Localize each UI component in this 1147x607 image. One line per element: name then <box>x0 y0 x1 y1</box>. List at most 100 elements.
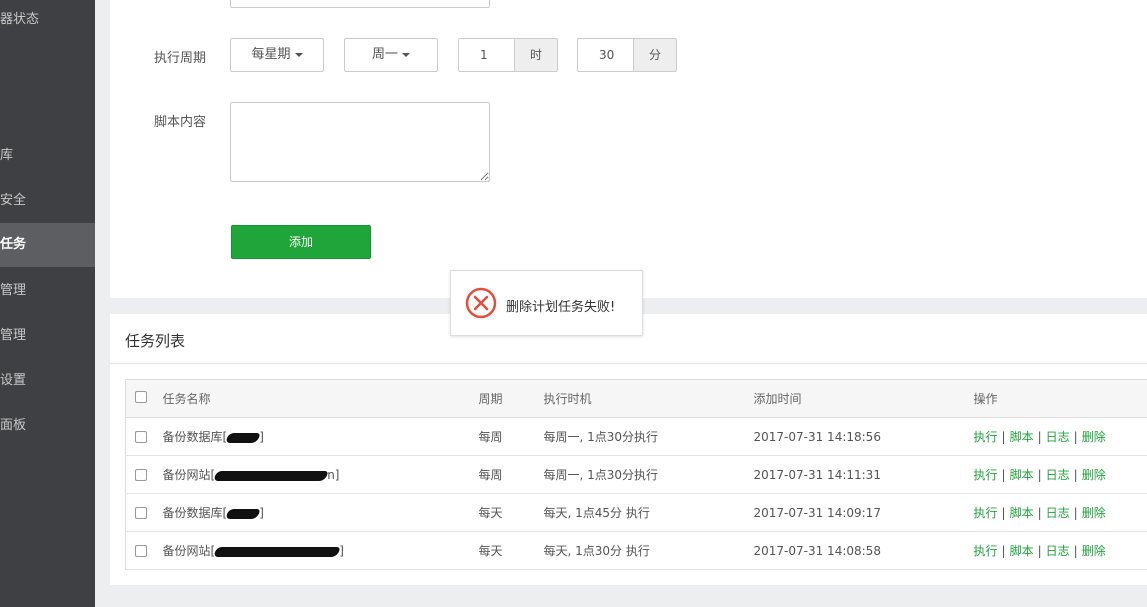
redacted-mark <box>227 508 259 520</box>
row-checkbox[interactable] <box>135 431 147 443</box>
actions-cell: 执行 | 脚本 | 日志 | 删除 <box>973 455 1147 494</box>
added-time-cell: 2017-07-31 14:18:56 <box>753 417 974 456</box>
run-link[interactable]: 执行 <box>974 430 998 444</box>
log-link[interactable]: 日志 <box>1046 430 1070 444</box>
add-button[interactable]: 添加 <box>231 225 371 259</box>
sidebar-item-label: 器状态 <box>0 12 40 27</box>
script-link[interactable]: 脚本 <box>1010 506 1034 520</box>
log-link[interactable]: 日志 <box>1046 506 1070 520</box>
sidebar-item-label: 面板 <box>0 418 27 433</box>
script-content-textarea[interactable] <box>230 102 490 182</box>
script-link[interactable]: 脚本 <box>1010 430 1034 444</box>
add-task-form: 执行周期 每星期 周一 时 分 脚本内容 添加 <box>110 0 1147 298</box>
added-time-cell: 2017-07-31 14:09:17 <box>753 493 974 532</box>
row-checkbox[interactable] <box>135 545 147 557</box>
column-header: 任务名称 <box>162 379 479 418</box>
cycle-label: 执行周期 <box>154 51 207 66</box>
task-name-cell: 备份网站[ n] <box>162 455 479 494</box>
task-name-input[interactable] <box>230 0 490 8</box>
sidebar-item-security[interactable]: 安全 <box>0 179 95 223</box>
task-name: 备份数据库[ <box>162 430 228 444</box>
task-table: 任务名称 周期 执行时机 添加时间 操作 备份数据库[] 每周 每周一, 1点3… <box>125 379 1147 570</box>
timing-cell: 每天, 1点45分 执行 <box>543 493 754 532</box>
column-header: 执行时机 <box>543 379 754 418</box>
sidebar-item-label: 管理 <box>0 283 27 298</box>
table-row: 备份数据库[] 每周 每周一, 1点30分执行 2017-07-31 14:18… <box>125 417 1147 456</box>
sidebar-item-label: 设置 <box>0 373 27 388</box>
timing-cell: 每周一, 1点30分执行 <box>543 455 754 494</box>
task-name-suffix: ] <box>259 506 264 520</box>
hour-unit: 时 <box>514 39 557 71</box>
delete-link[interactable]: 删除 <box>1082 430 1106 444</box>
task-name-suffix: n] <box>327 468 340 482</box>
hour-input[interactable] <box>459 39 514 71</box>
run-link[interactable]: 执行 <box>974 506 998 520</box>
sidebar-item-label: 管理 <box>0 328 27 343</box>
caret-down-icon <box>402 52 410 57</box>
run-link[interactable]: 执行 <box>974 544 998 558</box>
row-checkbox[interactable] <box>135 469 147 481</box>
script-label: 脚本内容 <box>154 115 207 130</box>
minute-input-group: 分 <box>577 38 677 72</box>
task-name-suffix: ] <box>339 544 344 558</box>
run-link[interactable]: 执行 <box>974 468 998 482</box>
actions-cell: 执行 | 脚本 | 日志 | 删除 <box>973 417 1147 456</box>
actions-cell: 执行 | 脚本 | 日志 | 删除 <box>973 493 1147 532</box>
sidebar-item-settings[interactable]: 设置 <box>0 359 95 403</box>
sidebar: 器状态 库 安全 任务 管理 管理 设置 面板 <box>0 0 95 607</box>
task-name-suffix: ] <box>259 430 264 444</box>
select-all-checkbox[interactable] <box>135 391 147 403</box>
sidebar-item-label: 安全 <box>0 193 27 208</box>
task-list-panel: 任务列表 任务名称 周期 执行时机 添加时间 操作 备份数据库[] 每周 每周一… <box>110 314 1147 585</box>
error-toast: 删除计划任务失败! <box>450 270 643 336</box>
divider <box>110 363 1147 364</box>
sidebar-item-tasks[interactable]: 任务 <box>0 223 95 267</box>
task-name-cell: 备份数据库[] <box>162 417 479 456</box>
task-name: 备份网站[ <box>162 544 216 558</box>
table-row: 备份数据库[] 每天 每天, 1点45分 执行 2017-07-31 14:09… <box>125 493 1147 532</box>
script-link[interactable]: 脚本 <box>1010 544 1034 558</box>
redacted-mark <box>215 546 339 558</box>
table-row: 备份网站[] 每天 每天, 1点30分 执行 2017-07-31 14:08:… <box>125 531 1147 570</box>
sidebar-item-manage-1[interactable]: 管理 <box>0 269 95 313</box>
hour-input-group: 时 <box>458 38 558 72</box>
minute-unit: 分 <box>633 39 676 71</box>
delete-link[interactable]: 删除 <box>1082 544 1106 558</box>
column-header: 添加时间 <box>753 379 974 418</box>
sidebar-item-database[interactable]: 库 <box>0 134 95 178</box>
log-link[interactable]: 日志 <box>1046 468 1070 482</box>
task-name: 备份网站[ <box>162 468 216 482</box>
period-cell: 每天 <box>478 493 544 532</box>
sidebar-item-label: 任务 <box>0 237 27 252</box>
sidebar-item-panel[interactable]: 面板 <box>0 404 95 448</box>
delete-link[interactable]: 删除 <box>1082 506 1106 520</box>
redacted-mark <box>215 470 327 482</box>
timing-cell: 每周一, 1点30分执行 <box>543 417 754 456</box>
table-header-row: 任务名称 周期 执行时机 添加时间 操作 <box>125 379 1147 418</box>
table-row: 备份网站[ n] 每周 每周一, 1点30分执行 2017-07-31 14:11… <box>125 455 1147 494</box>
task-name: 备份数据库[ <box>162 506 228 520</box>
task-name-cell: 备份网站[] <box>162 531 479 570</box>
task-name-cell: 备份数据库[] <box>162 493 479 532</box>
select-all-cell <box>125 379 163 418</box>
caret-down-icon <box>294 52 303 57</box>
redacted-mark <box>227 432 259 444</box>
period-dropdown[interactable]: 每星期 <box>230 38 324 72</box>
period-cell: 每周 <box>478 417 544 456</box>
added-time-cell: 2017-07-31 14:11:31 <box>753 455 974 494</box>
toast-message: 删除计划任务失败! <box>506 300 616 315</box>
minute-input[interactable] <box>578 39 633 71</box>
sidebar-item-label: 库 <box>0 148 14 163</box>
sidebar-item-manage-2[interactable]: 管理 <box>0 314 95 358</box>
period-cell: 每天 <box>478 531 544 570</box>
log-link[interactable]: 日志 <box>1046 544 1070 558</box>
weekday-dropdown-value: 周一 <box>371 47 398 62</box>
script-link[interactable]: 脚本 <box>1010 468 1034 482</box>
column-header: 周期 <box>478 379 544 418</box>
error-circle-icon <box>465 287 497 319</box>
delete-link[interactable]: 删除 <box>1082 468 1106 482</box>
row-checkbox[interactable] <box>135 507 147 519</box>
period-cell: 每周 <box>478 455 544 494</box>
sidebar-item-server-status[interactable]: 器状态 <box>0 0 95 40</box>
weekday-dropdown[interactable]: 周一 <box>344 38 438 72</box>
